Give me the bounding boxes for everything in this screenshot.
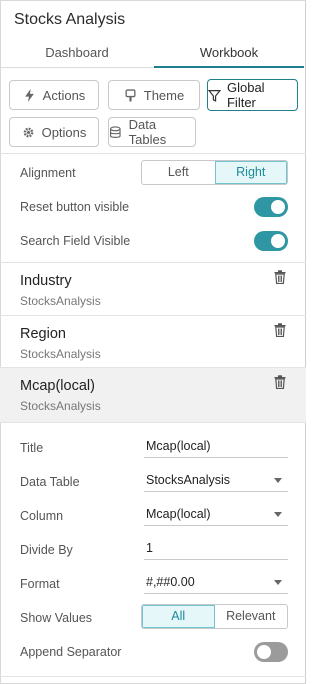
filter-item-region[interactable]: Region StocksAnalysis [0, 316, 306, 368]
actions-label: Actions [42, 87, 86, 103]
panel-title: Stocks Analysis [14, 11, 126, 28]
filter-name: Mcap(local) [20, 378, 95, 394]
data-table-label: Data Table [20, 475, 80, 489]
show-values-relevant-option[interactable]: Relevant [215, 605, 288, 628]
filter-source: StocksAnalysis [20, 294, 101, 308]
trash-icon[interactable] [274, 323, 286, 337]
filter-name: Industry [20, 273, 72, 289]
search-field-switch[interactable] [254, 231, 288, 251]
format-label: Format [20, 577, 60, 591]
alignment-label: Alignment [20, 166, 76, 180]
title-label: Title [20, 441, 44, 455]
actions-button[interactable]: Actions [9, 80, 99, 110]
chevron-down-icon [274, 580, 282, 585]
tab-dashboard[interactable]: Dashboard [0, 40, 154, 68]
theme-label: Theme [143, 87, 185, 103]
data-table-select[interactable]: StocksAnalysis [144, 470, 288, 492]
filter-item-mcap[interactable]: Mcap(local) StocksAnalysis [0, 368, 306, 422]
switch-knob [257, 645, 271, 659]
theme-button[interactable]: Theme [108, 80, 200, 110]
alignment-toggle: Left Right [141, 160, 288, 185]
options-button[interactable]: Options [9, 117, 99, 147]
append-separator-label: Append Separator [20, 645, 122, 659]
show-values-label: Show Values [20, 611, 93, 625]
show-values-toggle: All Relevant [141, 604, 288, 629]
switch-knob [271, 200, 285, 214]
global-filter-button[interactable]: Global Filter [207, 79, 298, 111]
filter-source: StocksAnalysis [20, 347, 101, 361]
divider [0, 676, 306, 677]
chevron-down-icon [274, 478, 282, 483]
format-select[interactable]: #,##0.00 [144, 572, 288, 594]
trash-icon[interactable] [274, 270, 286, 284]
alignment-left-option[interactable]: Left [142, 161, 215, 184]
format-value: #,##0.00 [146, 575, 195, 589]
column-value: Mcap(local) [146, 507, 211, 521]
show-values-all-option[interactable]: All [142, 605, 215, 628]
data-tables-label: Data Tables [128, 117, 167, 147]
data-tables-button[interactable]: Data Tables [108, 117, 196, 147]
global-filter-label: Global Filter [226, 80, 265, 110]
reset-button-label: Reset button visible [20, 200, 130, 214]
lightning-icon [24, 88, 34, 102]
divide-by-input[interactable]: 1 [144, 538, 288, 560]
divide-by-label: Divide By [20, 543, 73, 557]
divider [0, 153, 306, 154]
trash-icon[interactable] [274, 375, 286, 389]
filter-name: Region [20, 326, 66, 342]
column-select[interactable]: Mcap(local) [144, 504, 288, 526]
search-field-label: Search Field Visible [20, 234, 131, 248]
gear-icon [23, 127, 33, 137]
title-input[interactable]: Mcap(local) [144, 436, 288, 458]
tab-workbook[interactable]: Workbook [154, 40, 304, 68]
reset-button-switch[interactable] [254, 197, 288, 217]
options-label: Options [41, 124, 87, 140]
brush-icon [125, 88, 136, 101]
database-icon [109, 125, 121, 138]
chevron-down-icon [274, 512, 282, 517]
append-separator-switch[interactable] [254, 642, 288, 662]
divider [0, 422, 306, 423]
alignment-right-option[interactable]: Right [214, 161, 287, 184]
filter-icon [208, 89, 221, 102]
switch-knob [271, 234, 285, 248]
filter-source: StocksAnalysis [20, 399, 101, 413]
filter-item-industry[interactable]: Industry StocksAnalysis [0, 263, 306, 315]
column-label: Column [20, 509, 64, 523]
tab-bar: Dashboard Workbook [0, 40, 306, 68]
data-table-value: StocksAnalysis [146, 473, 231, 487]
